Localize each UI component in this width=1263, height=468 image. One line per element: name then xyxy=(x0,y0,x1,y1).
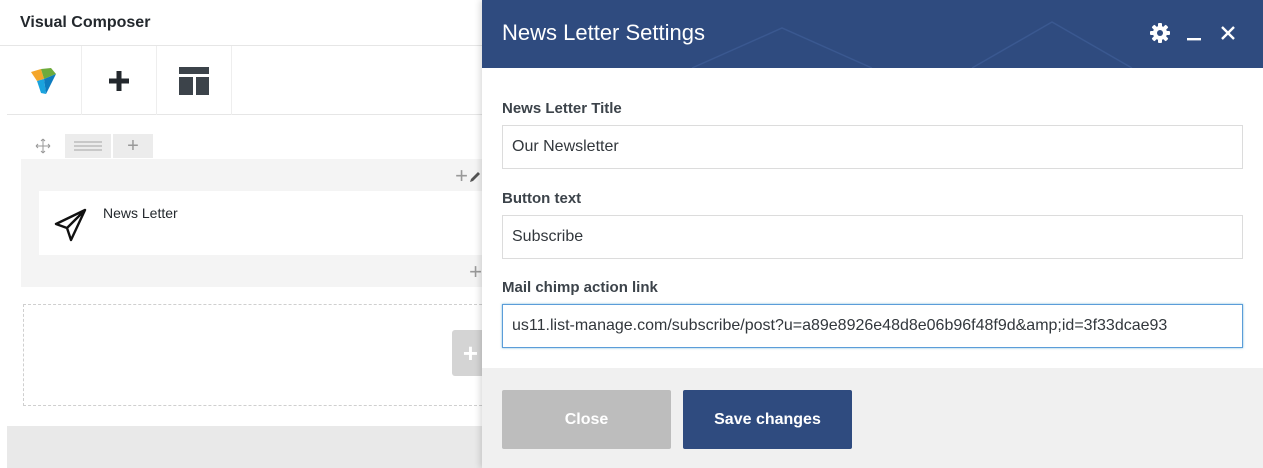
column-add-button[interactable]: + xyxy=(455,163,482,189)
button-text-label: Button text xyxy=(502,190,582,207)
plus-icon: + xyxy=(462,337,478,368)
row-controls: + xyxy=(21,134,153,158)
add-row-button[interactable]: + xyxy=(452,330,482,376)
vc-footer xyxy=(7,426,482,468)
vc-header: Visual Composer xyxy=(0,0,482,46)
mailchimp-link-input[interactable] xyxy=(502,304,1243,348)
row-layout-button[interactable] xyxy=(65,134,111,158)
minimize-button[interactable] xyxy=(1183,22,1205,44)
vc-toolbar xyxy=(7,46,482,115)
element-label: News Letter xyxy=(103,205,178,221)
gear-icon xyxy=(1150,23,1170,43)
mailchimp-link-label: Mail chimp action link xyxy=(502,279,658,296)
save-changes-button[interactable]: Save changes xyxy=(683,390,852,449)
plus-icon: + xyxy=(127,134,139,157)
minimize-icon xyxy=(1187,38,1201,41)
close-icon xyxy=(1221,26,1235,40)
modal-controls xyxy=(1149,22,1239,44)
settings-button[interactable] xyxy=(1149,22,1171,44)
paper-plane-icon xyxy=(54,208,87,242)
column-add-element-button[interactable]: + xyxy=(469,259,482,285)
vc-logo-icon xyxy=(31,67,56,94)
close-modal-button[interactable] xyxy=(1217,22,1239,44)
row-add-column-button[interactable]: + xyxy=(113,134,153,158)
newsletter-title-label: News Letter Title xyxy=(502,100,622,117)
modal-title: News Letter Settings xyxy=(502,20,705,45)
newsletter-title-input[interactable] xyxy=(502,125,1243,169)
templates-button[interactable] xyxy=(157,46,232,115)
pencil-icon[interactable] xyxy=(468,170,482,184)
button-text-input[interactable] xyxy=(502,215,1243,259)
modal-header: News Letter Settings xyxy=(482,0,1263,68)
move-icon xyxy=(35,138,51,154)
vc-logo-button[interactable] xyxy=(7,46,82,115)
modal-body: News Letter Title Button text Mail chimp… xyxy=(482,68,1263,368)
visual-composer-panel: Visual Composer + + News Letter + + xyxy=(0,0,482,468)
modal-footer: Close Save changes xyxy=(482,368,1263,468)
vc-row: + News Letter + xyxy=(21,159,482,287)
plus-icon xyxy=(109,70,129,91)
newsletter-element[interactable]: News Letter xyxy=(39,191,482,255)
row-move-handle[interactable] xyxy=(21,134,65,158)
add-element-button[interactable] xyxy=(82,46,157,115)
close-button[interactable]: Close xyxy=(502,390,671,449)
layout-template-icon xyxy=(179,66,209,95)
vc-title: Visual Composer xyxy=(20,14,151,31)
empty-row-placeholder: + xyxy=(23,304,482,406)
vc-canvas: + + News Letter + + xyxy=(7,116,482,426)
settings-modal: News Letter Settings News Letter Title O… xyxy=(482,0,1263,468)
row-layout-icon xyxy=(74,141,102,151)
